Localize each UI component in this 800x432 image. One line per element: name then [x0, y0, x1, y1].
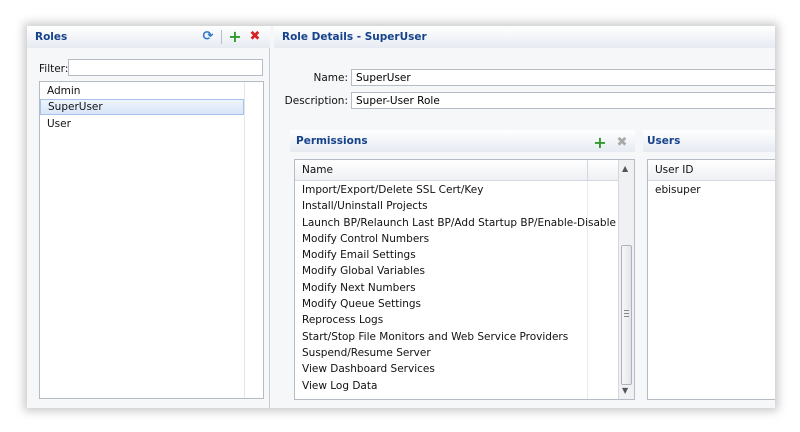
table-row[interactable]: Import/Export/Delete SSL Cert/Key [295, 182, 619, 198]
permission-rows: Import/Export/Delete SSL Cert/Key Instal… [295, 182, 619, 394]
table-row[interactable]: Modify Control Numbers [295, 231, 619, 247]
table-row[interactable]: Install/Uninstall Projects [295, 198, 619, 214]
column-separator [587, 160, 588, 181]
add-permission-icon[interactable]: + [593, 135, 607, 151]
role-item-superuser[interactable]: SuperUser [40, 99, 244, 115]
permissions-scrollbar[interactable]: ▲ ▼ [618, 160, 634, 399]
role-details-title: Role Details - SuperUser [282, 31, 427, 43]
toolbar-separator [221, 30, 222, 44]
list-divider [244, 82, 245, 398]
table-row[interactable]: Launch BP/Relaunch Last BP/Add Startup B… [295, 215, 619, 231]
roles-panel-header: Roles ⟳ + ✖ [27, 26, 270, 48]
roles-title: Roles [35, 31, 68, 43]
roles-panel: Roles ⟳ + ✖ Filter: Admin SuperUser User [27, 26, 270, 408]
name-field[interactable] [351, 69, 775, 86]
scroll-up-icon[interactable]: ▲ [622, 164, 628, 173]
role-details-panel: Role Details - SuperUser Name: Descripti… [274, 26, 775, 408]
remove-permission-icon[interactable]: ✖ [615, 136, 629, 150]
table-row[interactable]: Modify Email Settings [295, 247, 619, 263]
permissions-header: Permissions + ✖ [290, 130, 635, 152]
users-header: Users [643, 130, 775, 152]
table-row[interactable]: Modify Global Variables [295, 263, 619, 279]
filter-label: Filter: [39, 63, 69, 75]
permissions-panel: Permissions + ✖ Name Import/Export/Delet… [290, 130, 635, 400]
role-details-header: Role Details - SuperUser [274, 26, 775, 48]
user-id-column-label: User ID [655, 164, 694, 176]
permissions-toolbar: + ✖ [593, 135, 629, 151]
refresh-icon[interactable]: ⟳ [201, 30, 215, 44]
name-column-label: Name [302, 164, 333, 176]
table-row[interactable]: Modify Queue Settings [295, 296, 619, 312]
role-item-user[interactable]: User [40, 116, 244, 132]
scrollbar-thumb[interactable] [621, 245, 632, 385]
roles-list: Admin SuperUser User [39, 81, 264, 399]
name-label: Name: [313, 72, 348, 84]
grip-icon [624, 310, 629, 317]
permissions-table: Name Import/Export/Delete SSL Cert/Key I… [294, 159, 635, 400]
table-row[interactable]: View Log Data [295, 378, 619, 394]
delete-icon[interactable]: ✖ [248, 30, 262, 44]
permissions-column-header[interactable]: Name [295, 160, 619, 181]
add-icon[interactable]: + [228, 29, 242, 45]
table-row[interactable]: ebisuper [648, 182, 775, 198]
table-row[interactable]: Modify Next Numbers [295, 280, 619, 296]
table-row[interactable]: View Dashboard Services [295, 361, 619, 377]
role-item-admin[interactable]: Admin [40, 83, 244, 99]
users-column-header[interactable]: User ID [648, 160, 775, 181]
filter-input[interactable] [68, 59, 263, 76]
table-row[interactable]: Reprocess Logs [295, 312, 619, 328]
description-field[interactable] [351, 92, 775, 109]
role-management-window: Roles ⟳ + ✖ Filter: Admin SuperUser User… [27, 26, 775, 408]
users-table: User ID ebisuper [647, 159, 775, 400]
scroll-down-icon[interactable]: ▼ [622, 386, 628, 395]
roles-toolbar: ⟳ + ✖ [201, 29, 262, 45]
description-label: Description: [284, 95, 348, 107]
users-title: Users [647, 135, 681, 147]
users-panel: Users User ID ebisuper [643, 130, 775, 400]
table-row[interactable]: Start/Stop File Monitors and Web Service… [295, 329, 619, 345]
table-row[interactable]: Suspend/Resume Server [295, 345, 619, 361]
permissions-title: Permissions [296, 135, 368, 147]
